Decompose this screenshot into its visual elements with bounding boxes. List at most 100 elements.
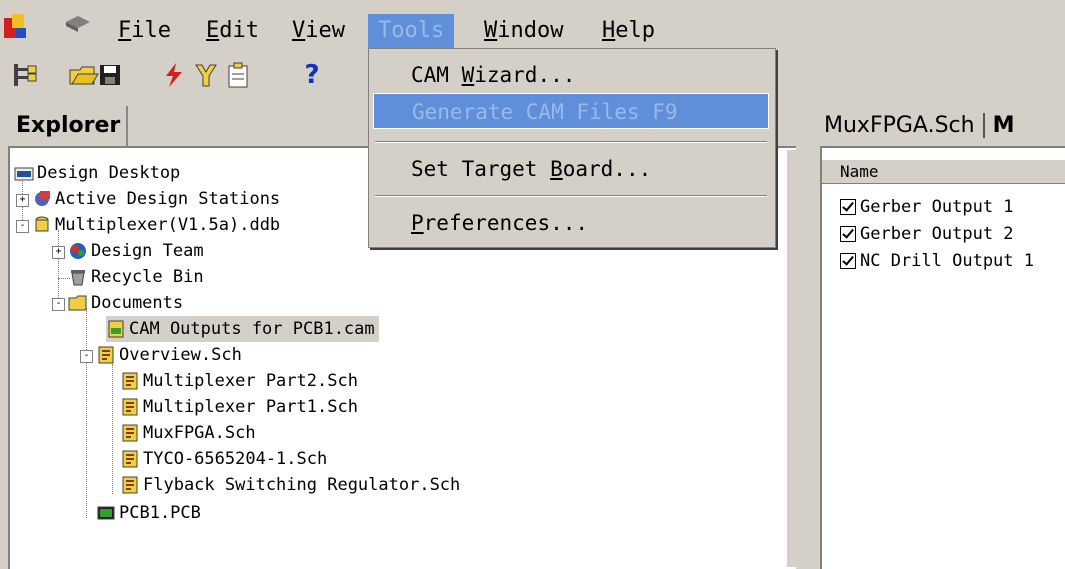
explorer-scrollbar[interactable] xyxy=(786,150,805,567)
menu-item-text: izard... xyxy=(474,63,576,87)
tree-label: Multiplexer Part1.Sch xyxy=(143,397,358,417)
menu-item-text: Set Target xyxy=(411,157,551,181)
collapse-toggle[interactable]: - xyxy=(52,298,65,311)
tree-active-design-stations[interactable]: Active Design Stations xyxy=(32,186,280,212)
folder-icon xyxy=(68,295,87,311)
menu-window-mnemonic: W xyxy=(484,18,498,43)
menu-file[interactable]: File xyxy=(108,14,181,48)
menu-separator xyxy=(375,141,767,143)
menu-item-set-target-board[interactable]: Set Target Board... xyxy=(373,151,769,187)
schematic-icon xyxy=(122,450,138,468)
tree-label: Recycle Bin xyxy=(91,267,204,287)
menu-help-mnemonic: H xyxy=(602,18,616,43)
menu-edit[interactable]: Edit xyxy=(196,14,269,48)
menu-view-mnemonic: V xyxy=(292,18,306,43)
tools-dropdown-menu: CAM Wizard... Generate CAM Files F9 Set … xyxy=(368,48,776,248)
help-icon[interactable]: ? xyxy=(296,60,328,90)
checkbox-checked[interactable] xyxy=(840,253,856,269)
tree-label: PCB1.PCB xyxy=(119,503,201,523)
cam-outputs-panel: Name Gerber Output 1 Gerber Output 2 NC … xyxy=(820,146,1065,569)
menu-item-text: CAM xyxy=(411,63,462,87)
menu-view-label: iew xyxy=(305,18,345,43)
tree-toggle-icon[interactable] xyxy=(10,60,42,90)
recycle-bin-icon xyxy=(71,270,85,286)
tree-label: Overview.Sch xyxy=(119,345,242,365)
tab-next[interactable]: M xyxy=(987,113,1021,138)
output-row[interactable]: NC Drill Output 1 xyxy=(840,248,1034,274)
save-icon[interactable] xyxy=(96,60,128,90)
menu-file-label: ile xyxy=(131,18,171,43)
team-icon xyxy=(70,243,86,259)
menu-file-mnemonic: F xyxy=(118,18,132,43)
expand-toggle[interactable]: + xyxy=(52,246,65,259)
tree-tyco-sch[interactable]: TYCO-6565204-1.Sch xyxy=(120,446,327,472)
desktop-icon xyxy=(14,167,34,181)
lightning-icon[interactable] xyxy=(158,60,190,90)
output-row[interactable]: Gerber Output 2 xyxy=(840,221,1014,247)
menu-bar: File Edit View Tools Window Help xyxy=(0,0,1065,52)
output-row[interactable]: Gerber Output 1 xyxy=(840,194,1014,220)
collapse-toggle[interactable]: - xyxy=(16,220,29,233)
menu-separator xyxy=(375,195,767,197)
tree-multiplexer-part1[interactable]: Multiplexer Part1.Sch xyxy=(120,394,358,420)
checkbox-checked[interactable] xyxy=(840,226,856,242)
menu-view[interactable]: View xyxy=(282,14,355,48)
schematic-icon xyxy=(98,346,114,364)
menu-item-text: Generate CAM Files F9 xyxy=(412,100,678,124)
schematic-icon xyxy=(122,372,138,390)
checkbox-checked[interactable] xyxy=(840,199,856,215)
menu-help-label: elp xyxy=(615,18,655,43)
tree-label: Design Team xyxy=(91,241,204,261)
tab-muxfpga[interactable]: MuxFPGA.Sch xyxy=(818,113,981,138)
menu-help[interactable]: Help xyxy=(592,14,665,48)
schematic-icon xyxy=(122,424,138,442)
menu-edit-label: dit xyxy=(219,18,259,43)
explorer-tab[interactable]: Explorer xyxy=(10,106,129,146)
menu-item-mnemonic: W xyxy=(461,63,475,87)
tree-multiplexer-part2[interactable]: Multiplexer Part2.Sch xyxy=(120,368,358,394)
tree-pcb1-pcb[interactable]: PCB1.PCB xyxy=(96,500,201,526)
tree-label: TYCO-6565204-1.Sch xyxy=(143,449,328,469)
output-label: Gerber Output 2 xyxy=(860,224,1014,244)
output-label: NC Drill Output 1 xyxy=(860,251,1034,271)
name-column-header[interactable]: Name xyxy=(822,160,1065,184)
menu-tools[interactable]: Tools xyxy=(368,14,455,48)
menu-item-text: oard... xyxy=(562,157,652,181)
wand-icon[interactable] xyxy=(190,60,222,90)
tree-design-desktop[interactable]: Design Desktop xyxy=(14,160,180,186)
menu-edit-mnemonic: E xyxy=(206,18,220,43)
menu-window[interactable]: Window xyxy=(474,14,573,48)
tree-multiplexer-ddb[interactable]: Multiplexer(V1.5a).ddb xyxy=(32,212,280,238)
tree-label: Flyback Switching Regulator.Sch xyxy=(143,475,461,495)
collapse-toggle[interactable]: - xyxy=(80,350,93,363)
menu-tools-label: Tools xyxy=(378,18,445,43)
menu-item-cam-wizard[interactable]: CAM Wizard... xyxy=(373,57,769,93)
menu-item-mnemonic: B xyxy=(550,157,563,181)
tree-documents[interactable]: Documents xyxy=(68,290,183,316)
tree-muxfpga-sch[interactable]: MuxFPGA.Sch xyxy=(120,420,256,446)
tree-recycle-bin[interactable]: Recycle Bin xyxy=(68,264,204,290)
menu-item-mnemonic: P xyxy=(411,211,424,235)
menu-window-label: indow xyxy=(497,18,564,43)
output-label: Gerber Output 1 xyxy=(860,197,1014,217)
tree-label: CAM Outputs for PCB1.cam xyxy=(129,319,375,339)
document-menu-icon[interactable] xyxy=(62,12,110,38)
tree-label: Multiplexer(V1.5a).ddb xyxy=(55,215,281,235)
app-logo-icon xyxy=(4,14,26,38)
expand-toggle[interactable]: + xyxy=(16,194,29,207)
tree-design-team[interactable]: Design Team xyxy=(68,238,204,264)
pcb-icon xyxy=(97,506,115,520)
tree-cam-outputs[interactable]: CAM Outputs for PCB1.cam xyxy=(106,316,379,342)
tree-overview-sch[interactable]: Overview.Sch xyxy=(96,342,242,368)
tree-label: Documents xyxy=(91,293,184,313)
menu-item-preferences[interactable]: Preferences... xyxy=(373,205,769,241)
document-tabs: MuxFPGA.Sch M xyxy=(818,106,1065,146)
tab-separator xyxy=(982,113,985,138)
tree-flyback-sch[interactable]: Flyback Switching Regulator.Sch xyxy=(120,472,460,498)
menu-item-text: references... xyxy=(423,211,589,235)
stations-icon xyxy=(35,191,50,206)
clipboard-icon[interactable] xyxy=(222,60,254,90)
tree-label: Design Desktop xyxy=(37,163,181,183)
tree-label: Active Design Stations xyxy=(55,189,281,209)
menu-item-generate-cam-files[interactable]: Generate CAM Files F9 xyxy=(373,93,769,129)
